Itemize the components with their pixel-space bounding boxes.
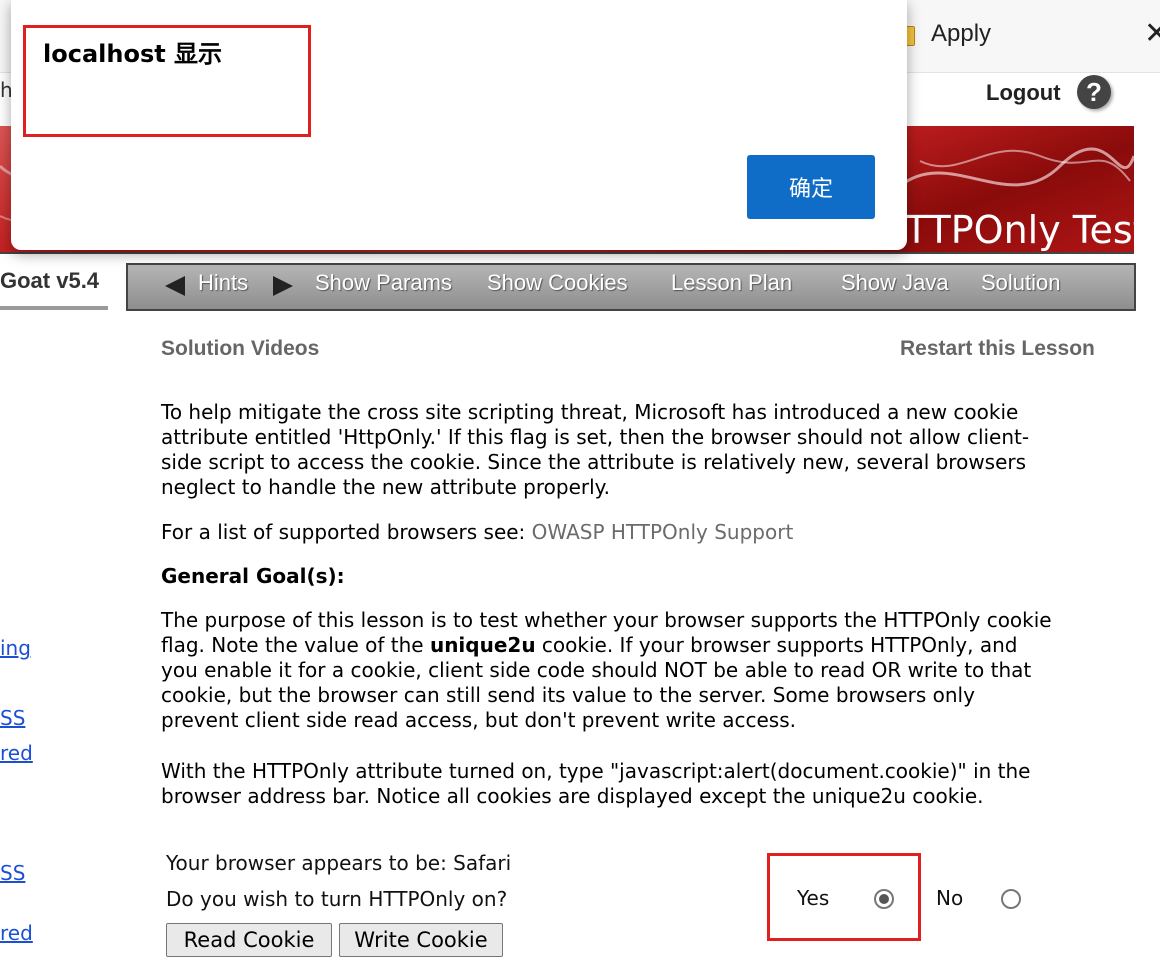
httponly-no-radio[interactable] [1001,889,1021,909]
purpose-line: The purpose of this lesson is to test wh… [161,608,1052,632]
httponly-question: Do you wish to turn HTTPOnly on? [166,887,508,911]
read-cookie-button[interactable]: Read Cookie [166,923,332,957]
supported-prefix: For a list of supported browsers see: [161,520,532,544]
general-goal-heading: General Goal(s): [161,564,345,588]
intro-line: attribute entitled 'HttpOnly.' If this f… [161,425,1030,449]
sidebar-link-fragment[interactable]: red [0,741,33,765]
sidebar-link-fragment[interactable]: ing [0,636,31,660]
owasp-support-link[interactable]: OWASP HTTPOnly Support [532,520,794,544]
sidebar-link-fragment[interactable]: SS [0,706,25,730]
purpose-line: you enable it for a cookie, client side … [161,658,1032,682]
intro-line: To help mitigate the cross site scriptin… [161,400,1019,424]
purpose-paragraph: The purpose of this lesson is to test wh… [161,608,1121,733]
purpose-text: cookie. If your browser supports HTTPOnl… [535,633,1018,657]
intro-paragraph: To help mitigate the cross site scriptin… [161,400,1121,500]
show-params-button[interactable]: Show Params [315,270,452,296]
lesson-title: TTPOnly Test [905,208,1148,252]
intro-line: side script to access the cookie. Since … [161,450,1027,474]
solution-videos-link[interactable]: Solution Videos [161,337,319,361]
instruction-line: With the HTTPOnly attribute turned on, t… [161,759,1031,783]
restart-lesson-link[interactable]: Restart this Lesson [900,337,1095,361]
purpose-line: flag. Note the value of the unique2u coo… [161,633,1121,658]
brand-underline [0,306,108,310]
close-icon[interactable]: ✕ [1144,16,1160,51]
sidebar-link-fragment[interactable]: red [0,921,33,945]
highlight-box-dialog [23,25,311,137]
logout-link[interactable]: Logout [986,80,1061,106]
highlight-box-yes [767,853,921,941]
hints-label[interactable]: Hints [198,270,248,296]
hint-next-icon[interactable] [273,276,293,296]
webgoat-brand: Goat v5.4 [0,268,100,293]
httponly-instructions: With the HTTPOnly attribute turned on, t… [161,759,1121,809]
dialog-ok-button[interactable]: 确定 [747,155,875,219]
show-cookies-button[interactable]: Show Cookies [487,270,628,296]
apply-label[interactable]: Apply [931,20,991,48]
purpose-line: prevent client side read access, but don… [161,708,796,732]
sidebar-link-fragment[interactable]: SS [0,861,25,885]
purpose-text: flag. Note the value of the [161,633,430,657]
help-icon[interactable]: ? [1077,75,1111,109]
purpose-line: cookie, but the browser can still send i… [161,683,975,707]
solution-button[interactable]: Solution [981,270,1061,296]
hint-prev-icon[interactable] [165,276,185,296]
lesson-plan-button[interactable]: Lesson Plan [671,270,792,296]
supported-browsers-line: For a list of supported browsers see: OW… [161,520,1121,545]
intro-line: neglect to handle the new attribute prop… [161,475,610,499]
unique2u-bold: unique2u [429,633,536,657]
write-cookie-button[interactable]: Write Cookie [339,923,503,957]
no-label: No [936,886,964,910]
browser-detected-text: Your browser appears to be: Safari [166,851,512,875]
instruction-line: browser address bar. Notice all cookies … [161,784,984,808]
show-java-button[interactable]: Show Java [841,270,949,296]
